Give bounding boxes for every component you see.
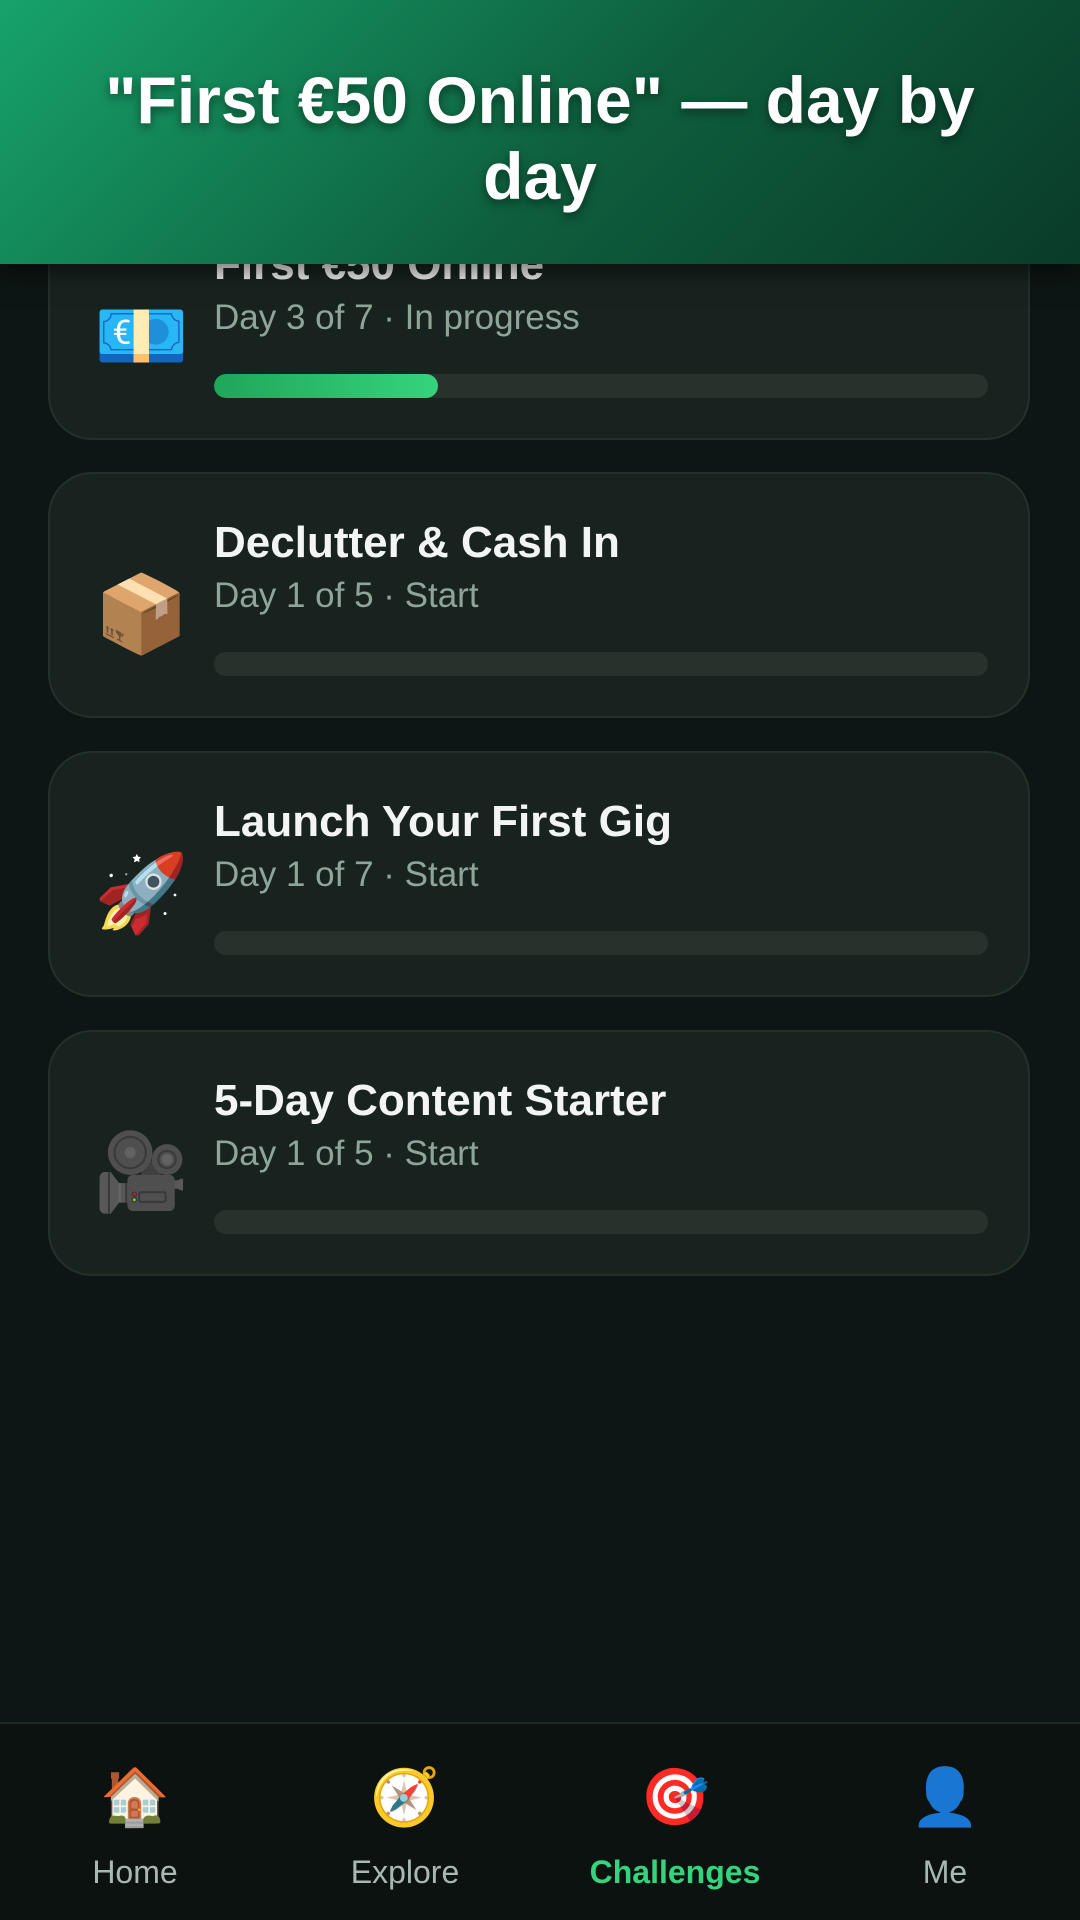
tab-label: Home: [92, 1854, 178, 1890]
movie-camera-icon: 🎥: [94, 1127, 189, 1216]
challenge-card-launch-first-gig[interactable]: 🚀 Launch Your First Gig Day 1 of 7 · Sta…: [48, 751, 1030, 997]
challenge-status: Day 3 of 7 · In progress: [214, 298, 580, 337]
page-header: "First €50 Online" — day by day: [0, 0, 1080, 264]
tab-explore[interactable]: 🧭 Explore: [270, 1724, 540, 1920]
tab-label: Challenges: [589, 1854, 761, 1890]
tab-label: Explore: [350, 1854, 460, 1890]
challenge-card-content-starter[interactable]: 🎥 5-Day Content Starter Day 1 of 5 · Sta…: [48, 1030, 1030, 1276]
tab-challenges[interactable]: 🎯 Challenges: [540, 1724, 810, 1920]
tab-label: Me: [922, 1854, 968, 1890]
progress-track: [214, 931, 988, 955]
challenge-title: 5-Day Content Starter: [214, 1076, 667, 1125]
rocket-icon: 🚀: [94, 848, 189, 937]
bottom-tab-bar: 🏠 Home 🧭 Explore 🎯 Challenges 👤 Me: [0, 1722, 1080, 1920]
target-icon: 🎯: [640, 1765, 710, 1830]
package-box-icon: 📦: [94, 569, 189, 658]
challenges-screen: 💶 First €50 Online Day 3 of 7 · In progr…: [0, 0, 1080, 1920]
progress-track: [214, 1210, 988, 1234]
challenge-status: Day 1 of 5 · Start: [214, 1134, 479, 1173]
house-icon: 🏠: [100, 1765, 170, 1830]
tab-me[interactable]: 👤 Me: [810, 1724, 1080, 1920]
challenge-status: Day 1 of 7 · Start: [214, 855, 479, 894]
compass-icon: 🧭: [370, 1765, 440, 1830]
progress-track: [214, 374, 988, 398]
tab-home[interactable]: 🏠 Home: [0, 1724, 270, 1920]
challenge-card-declutter-cash-in[interactable]: 📦 Declutter & Cash In Day 1 of 5 · Start: [48, 472, 1030, 718]
euro-banknote-icon: 💶: [94, 291, 189, 380]
progress-track: [214, 652, 988, 676]
challenge-title: Declutter & Cash In: [214, 518, 620, 567]
challenge-status: Day 1 of 5 · Start: [214, 576, 479, 615]
person-silhouette-icon: 👤: [910, 1765, 980, 1830]
progress-fill: [214, 374, 439, 398]
page-title: "First €50 Online" — day by day: [105, 63, 975, 213]
challenge-title: Launch Your First Gig: [214, 797, 672, 846]
